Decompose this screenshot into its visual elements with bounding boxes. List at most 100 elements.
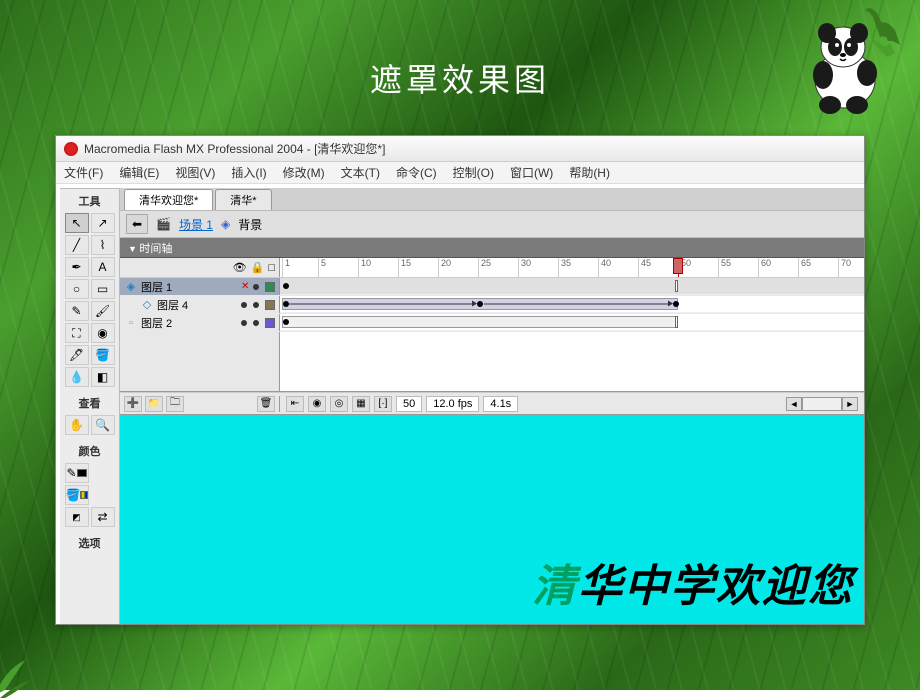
outline-icon[interactable]: □ [268, 262, 275, 274]
layer-2-track[interactable] [280, 314, 864, 331]
ruler-tick: 65 [798, 258, 811, 277]
scroll-track[interactable] [802, 397, 842, 411]
elapsed-time: 4.1s [483, 396, 518, 412]
frame-span [282, 316, 678, 328]
layer-dot[interactable] [241, 302, 247, 308]
current-frame: 50 [396, 396, 422, 412]
delete-layer-button[interactable]: 🗑 [257, 396, 275, 412]
paint-bucket-tool[interactable]: 🪣 [91, 345, 115, 365]
ruler-tick: 20 [438, 258, 451, 277]
scroll-right[interactable]: ► [842, 397, 858, 411]
menu-control[interactable]: 控制(O) [445, 164, 502, 181]
layer-4-track[interactable] [280, 296, 864, 313]
layer-name: 图层 2 [141, 315, 172, 331]
layer-controls-header: 👁 🔒 □ [120, 258, 280, 277]
add-guide-button[interactable]: 📁 [145, 396, 163, 412]
lock-icon[interactable]: 🔒 [251, 261, 265, 274]
view-section-label: 查看 [79, 393, 101, 413]
titlebar-text: Macromedia Flash MX Professional 2004 - … [84, 140, 385, 157]
menu-text[interactable]: 文本(T) [333, 164, 388, 181]
menu-view[interactable]: 视图(V) [167, 164, 223, 181]
layer-color[interactable] [265, 318, 275, 328]
timeline-ruler[interactable]: 1 5 10 15 20 25 30 35 40 45 50 55 [280, 258, 864, 277]
layer-1-track[interactable] [280, 278, 864, 295]
ink-bottle-tool[interactable]: 🖋 [65, 345, 89, 365]
menu-window[interactable]: 窗口(W) [502, 164, 561, 181]
layer-name: 图层 1 [141, 279, 172, 295]
keyframe[interactable] [283, 283, 289, 289]
tween-arrow [288, 304, 476, 305]
flash-app-window: Macromedia Flash MX Professional 2004 - … [55, 135, 865, 625]
onion-skin-button[interactable]: ◉ [308, 396, 326, 412]
empty-layer-area [120, 332, 280, 391]
layer-color[interactable] [265, 300, 275, 310]
lasso-tool[interactable]: ⌇ [91, 235, 115, 255]
timeline-area: 👁 🔒 □ 1 5 10 15 20 25 30 35 [120, 258, 864, 415]
eyedropper-tool[interactable]: 💧 [65, 367, 89, 387]
selection-tool[interactable]: ↖ [65, 213, 89, 233]
keyframe[interactable] [673, 301, 679, 307]
stroke-color[interactable]: ✎ [65, 463, 89, 483]
edit-multiple-button[interactable]: ▦ [352, 396, 370, 412]
onion-outline-button[interactable]: ◎ [330, 396, 348, 412]
layer-2[interactable]: ▫ 图层 2 [120, 314, 280, 331]
layer-1[interactable]: ◈ 图层 1 ✕ [120, 278, 280, 295]
add-layer-button[interactable]: ➕ [124, 396, 142, 412]
layer-hide-icon[interactable]: ✕ [241, 284, 247, 290]
tab-document-2[interactable]: 清华* [215, 189, 271, 210]
brush-tool[interactable]: 🖌 [91, 301, 115, 321]
slide-title: 遮罩效果图 [370, 55, 550, 101]
layer-dot[interactable] [241, 320, 247, 326]
scene-link[interactable]: 场景 1 [179, 216, 213, 233]
pen-tool[interactable]: ✒ [65, 257, 89, 277]
ruler-tick: 35 [558, 258, 571, 277]
subselection-tool[interactable]: ↗ [91, 213, 115, 233]
layer-color[interactable] [265, 282, 275, 292]
zoom-tool[interactable]: 🔍 [91, 415, 115, 435]
gradient-tool[interactable]: ◉ [91, 323, 115, 343]
tab-document-1[interactable]: 清华欢迎您* [124, 189, 213, 210]
menu-help[interactable]: 帮助(H) [561, 164, 618, 181]
corner-leaf-decoration [0, 640, 50, 700]
ruler-tick: 30 [518, 258, 531, 277]
keyframe[interactable] [477, 301, 483, 307]
default-colors[interactable]: ◩ [65, 507, 89, 527]
text-tool[interactable]: A [91, 257, 115, 277]
layer-lock-dot[interactable] [253, 284, 259, 290]
timeline-header[interactable]: 时间轴 [120, 238, 864, 258]
playhead[interactable] [673, 258, 683, 274]
masked-layer-icon: ◇ [140, 298, 154, 312]
ruler-tick: 55 [718, 258, 731, 277]
pencil-tool[interactable]: ✎ [65, 301, 89, 321]
menu-file[interactable]: 文件(F) [56, 164, 111, 181]
eye-icon[interactable]: 👁 [233, 261, 247, 274]
ruler-tick: 5 [318, 258, 326, 277]
rectangle-tool[interactable]: ▭ [91, 279, 115, 299]
transform-tool[interactable]: ⛶ [65, 323, 89, 343]
menubar[interactable]: 文件(F) 编辑(E) 视图(V) 插入(I) 修改(M) 文本(T) 命令(C… [56, 162, 864, 184]
stage[interactable]: 清华中学欢迎您 [120, 415, 864, 624]
fill-color[interactable]: 🪣 [65, 485, 89, 505]
eraser-tool[interactable]: ◧ [91, 367, 115, 387]
oval-tool[interactable]: ○ [65, 279, 89, 299]
add-folder-button[interactable]: 🗀 [166, 396, 184, 412]
menu-edit[interactable]: 编辑(E) [111, 164, 167, 181]
tween-arrow [484, 304, 672, 305]
titlebar: Macromedia Flash MX Professional 2004 - … [56, 136, 864, 162]
line-tool[interactable]: ╱ [65, 235, 89, 255]
keyframe[interactable] [283, 319, 289, 325]
toolbox: 工具 ↖ ↗ ╱ ⌇ ✒ A ○ ▭ ✎ 🖌 ⛶ ◉ 🖋 🪣 💧 [60, 188, 120, 624]
menu-command[interactable]: 命令(C) [388, 164, 445, 181]
swap-colors[interactable]: ⇄ [91, 507, 115, 527]
center-frame-button[interactable]: ⇤ [286, 396, 304, 412]
menu-modify[interactable]: 修改(M) [275, 164, 333, 181]
layer-4[interactable]: ◇ 图层 4 [120, 296, 280, 313]
layer-dot[interactable] [253, 302, 259, 308]
ruler-tick: 60 [758, 258, 771, 277]
back-button[interactable]: ⬅ [126, 214, 148, 234]
scroll-left[interactable]: ◄ [786, 397, 802, 411]
layer-dot[interactable] [253, 320, 259, 326]
hand-tool[interactable]: ✋ [65, 415, 89, 435]
menu-insert[interactable]: 插入(I) [223, 164, 274, 181]
modify-markers-button[interactable]: [·] [374, 396, 392, 412]
